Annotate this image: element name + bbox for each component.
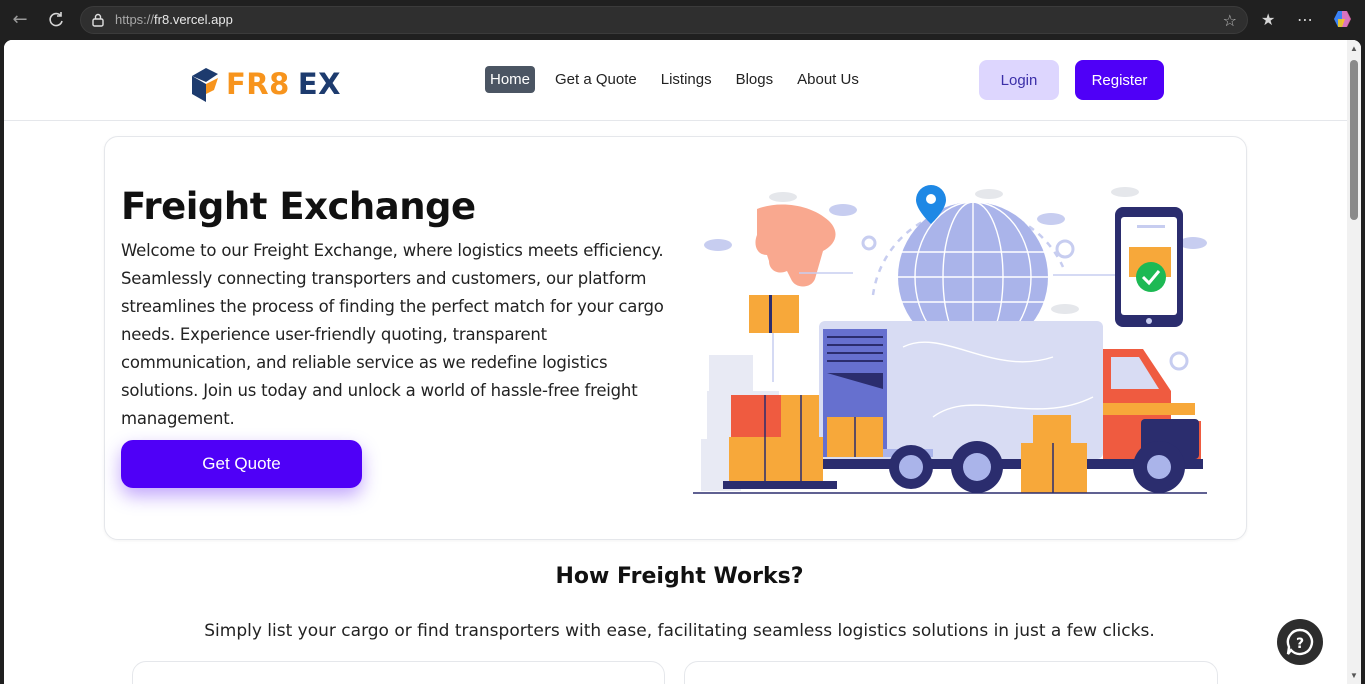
- how-it-works-title: How Freight Works?: [555, 564, 804, 589]
- hero-description: Welcome to our Freight Exchange, where l…: [121, 241, 664, 428]
- nav-get-a-quote[interactable]: Get a Quote: [543, 66, 649, 93]
- logo-text-fr8: FR8: [226, 67, 290, 101]
- nav-home[interactable]: Home: [485, 66, 536, 93]
- logo-text-ex: EX: [297, 67, 341, 101]
- scrollbar-thumb[interactable]: [1350, 60, 1358, 220]
- lock-icon: [92, 13, 104, 27]
- scroll-down-icon[interactable]: ▼: [1349, 671, 1359, 680]
- hero-title: Freight Exchange: [121, 185, 476, 228]
- freight-truck-illustration: [693, 185, 1207, 494]
- nav-blogs[interactable]: Blogs: [724, 66, 786, 93]
- url-text: https://fr8.vercel.app: [115, 12, 233, 27]
- site-header: FR8 EX Home Get a Quote Listings Blogs A…: [4, 40, 1347, 121]
- step-card: [132, 661, 665, 684]
- more-icon[interactable]: ⋯: [1297, 8, 1313, 32]
- get-quote-button[interactable]: Get Quote: [121, 440, 362, 488]
- how-it-works-subtitle: Simply list your cargo or find transport…: [204, 621, 1155, 641]
- svg-text:?: ?: [1296, 636, 1304, 652]
- page-scrollbar[interactable]: ▲ ▼: [1347, 40, 1361, 684]
- login-button[interactable]: Login: [979, 60, 1059, 100]
- back-icon[interactable]: ←: [8, 8, 32, 32]
- register-button[interactable]: Register: [1075, 60, 1164, 100]
- brand-logo[interactable]: FR8 EX: [188, 64, 341, 104]
- page-viewport: FR8 EX Home Get a Quote Listings Blogs A…: [4, 40, 1361, 684]
- step-card: [684, 661, 1218, 684]
- logo-mark-icon: [192, 68, 218, 102]
- favorite-star-icon[interactable]: ☆: [1223, 11, 1237, 30]
- main-nav: Home Get a Quote Listings Blogs About Us: [485, 66, 871, 93]
- address-bar[interactable]: https://fr8.vercel.app ☆: [80, 6, 1248, 34]
- reload-icon[interactable]: [44, 8, 68, 32]
- nav-listings[interactable]: Listings: [649, 66, 724, 93]
- favorites-icon[interactable]: ★: [1261, 8, 1275, 32]
- browser-toolbar: ← https://fr8.vercel.app ☆ ★ ⋯: [0, 0, 1365, 40]
- hero-card: Freight Exchange Welcome to our Freight …: [104, 136, 1247, 540]
- nav-about-us[interactable]: About Us: [785, 66, 871, 93]
- copilot-icon[interactable]: [1332, 8, 1354, 37]
- help-chat-icon[interactable]: ?: [1277, 619, 1323, 665]
- scroll-up-icon[interactable]: ▲: [1349, 44, 1359, 53]
